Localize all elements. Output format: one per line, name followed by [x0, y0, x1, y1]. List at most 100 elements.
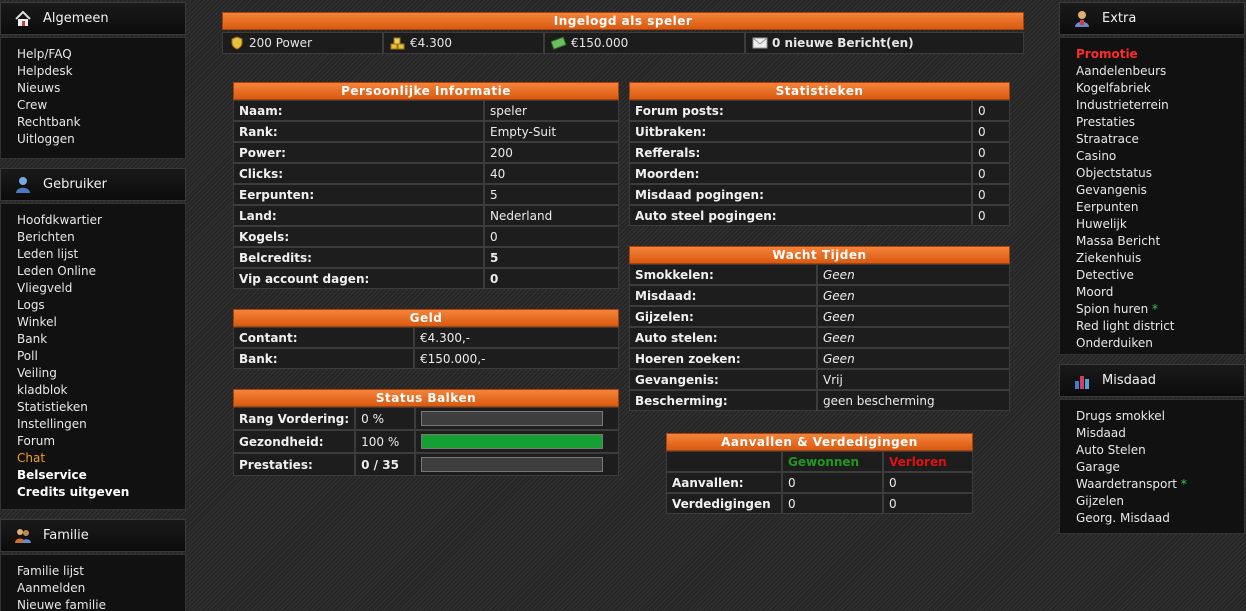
menu-item-uitloggen[interactable]: Uitloggen [17, 131, 185, 148]
menu-item-help-faq[interactable]: Help/FAQ [17, 46, 185, 63]
power-value: 200 Power [249, 36, 312, 50]
menu-item-huwelijk[interactable]: Huwelijk [1076, 216, 1244, 233]
menu-item-forum[interactable]: Forum [17, 433, 185, 450]
personal-info-panel: Persoonlijke Informatie Naam: speler Rank… [233, 82, 619, 289]
row-value: Vrij [817, 369, 1010, 390]
menu-item-drugs-smokkel[interactable]: Drugs smokkel [1076, 408, 1244, 425]
menu-title: Extra [1102, 11, 1137, 26]
menu-item-waardetransport[interactable]: Waardetransport * [1076, 476, 1244, 493]
attacks-table: Gewonnen Verloren Aanvallen: 0 0 Verdedi… [666, 451, 973, 514]
panel-title: Persoonlijke Informatie [233, 82, 619, 100]
menu-item-leden-lijst[interactable]: Leden lijst [17, 246, 185, 263]
menu-item-onderduiken[interactable]: Onderduiken [1076, 335, 1244, 352]
table-row: Gezondheid: 100 % [233, 430, 619, 453]
panel-title: Geld [233, 309, 619, 327]
menu-item-casino[interactable]: Casino [1076, 148, 1244, 165]
statistics-table: Forum posts: 0 Uitbraken: 0 Refferals: 0 Mo… [629, 100, 1010, 226]
row-label: Belcredits: [233, 247, 484, 268]
row-label: Smokkelen: [629, 264, 817, 285]
table-row: Prestaties: 0 / 35 [233, 453, 619, 476]
menu-item-nieuws[interactable]: Nieuws [17, 80, 185, 97]
menu-item-moord[interactable]: Moord [1076, 284, 1244, 301]
home-icon [13, 9, 33, 29]
row-label: Kogels: [233, 226, 484, 247]
table-header-row: Gewonnen Verloren [666, 451, 973, 472]
menu-item-hoofdkwartier[interactable]: Hoofdkwartier [17, 212, 185, 229]
menu-item-detective[interactable]: Detective [1076, 267, 1244, 284]
menu-item-industrieterrein[interactable]: Industrieterrein [1076, 97, 1244, 114]
menu-item-logs[interactable]: Logs [17, 297, 185, 314]
menu-item-winkel[interactable]: Winkel [17, 314, 185, 331]
row-label: Misdaad pogingen: [629, 184, 972, 205]
row-value: 0 [484, 226, 619, 247]
menu-item-gevangenis[interactable]: Gevangenis [1076, 182, 1244, 199]
menu-item-gijzelen[interactable]: Gijzelen [1076, 493, 1244, 510]
menu-item-vliegveld[interactable]: Vliegveld [17, 280, 185, 297]
money-panel: Geld Contant: €4.300,- Bank: €150.000,- [233, 309, 619, 369]
menu-item-veiling[interactable]: Veiling [17, 365, 185, 382]
menu-item-familie-lijst[interactable]: Familie lijst [17, 563, 185, 580]
menu-item-misdaad[interactable]: Misdaad [1076, 425, 1244, 442]
bar-fill [422, 435, 603, 448]
row-label: Vip account dagen: [233, 268, 484, 289]
menu-item-red-light-district[interactable]: Red light district [1076, 318, 1244, 335]
menu-item-straatrace[interactable]: Straatrace [1076, 131, 1244, 148]
row-label: Gijzelen: [629, 306, 817, 327]
table-row: Verdedigingen 0 0 [666, 493, 973, 514]
menu-item-belservice[interactable]: Belservice [17, 467, 185, 484]
money-table: Contant: €4.300,- Bank: €150.000,- [233, 327, 619, 369]
table-row: Power: 200 [233, 142, 619, 163]
menu-item-instellingen[interactable]: Instellingen [17, 416, 185, 433]
menu-item-berichten[interactable]: Berichten [17, 229, 185, 246]
row-value: 0 [972, 163, 1010, 184]
menu-item-rechtbank[interactable]: Rechtbank [17, 114, 185, 131]
menu-item-poll[interactable]: Poll [17, 348, 185, 365]
menu-item-crew[interactable]: Crew [17, 97, 185, 114]
table-row: Naam: speler [233, 100, 619, 121]
menu-header-misdaad: Misdaad [1059, 364, 1245, 397]
menu-item-nieuwe-familie[interactable]: Nieuwe familie [17, 597, 185, 611]
menu-item-aandelenbeurs[interactable]: Aandelenbeurs [1076, 63, 1244, 80]
row-label: Power: [233, 142, 484, 163]
menu-item-garage[interactable]: Garage [1076, 459, 1244, 476]
menu-item-ziekenhuis[interactable]: Ziekenhuis [1076, 250, 1244, 267]
table-row: Misdaad: Geen [629, 285, 1010, 306]
table-row: Land: Nederland [233, 205, 619, 226]
menu-item-prestaties[interactable]: Prestaties [1076, 114, 1244, 131]
table-row: Uitbraken: 0 [629, 121, 1010, 142]
table-row: Rank: Empty-Suit [233, 121, 619, 142]
menu-item-georg-misdaad[interactable]: Georg. Misdaad [1076, 510, 1244, 527]
table-row: Contant: €4.300,- [233, 327, 619, 348]
rank-progress-bar [421, 411, 604, 426]
table-row: Gevangenis: Vrij [629, 369, 1010, 390]
menu-item-spion-huren[interactable]: Spion huren * [1076, 301, 1244, 318]
menu-item-credits-uitgeven[interactable]: Credits uitgeven [17, 484, 185, 501]
row-value: 0 [484, 268, 619, 289]
menu-item-kogelfabriek[interactable]: Kogelfabriek [1076, 80, 1244, 97]
status-bars-table: Rang Vordering: 0 % Gezondheid: 100 % Pr… [233, 407, 619, 476]
menu-item-eerpunten[interactable]: Eerpunten [1076, 199, 1244, 216]
row-label: Naam: [233, 100, 484, 121]
menu-item-helpdesk[interactable]: Helpdesk [17, 63, 185, 80]
achievements-bar [421, 457, 604, 472]
table-row: Smokkelen: Geen [629, 264, 1010, 285]
bank-status: €150.000 [544, 32, 745, 54]
messages-status[interactable]: 0 nieuwe Bericht(en) [745, 32, 1024, 54]
menu-item-massa-bericht[interactable]: Massa Bericht [1076, 233, 1244, 250]
menu-item-auto-stelen[interactable]: Auto Stelen [1076, 442, 1244, 459]
menu-item-label: Spion huren [1076, 302, 1149, 316]
row-label: Gezondheid: [233, 430, 356, 453]
menu-item-promotie[interactable]: Promotie [1076, 46, 1244, 63]
menu-item-aanmelden[interactable]: Aanmelden [17, 580, 185, 597]
panel-title: Status Balken [233, 389, 619, 407]
menu-item-kladblok[interactable]: kladblok [17, 382, 185, 399]
table-row: Rang Vordering: 0 % [233, 407, 619, 430]
wait-times-table: Smokkelen: Geen Misdaad: Geen Gijzelen: Gee… [629, 264, 1010, 411]
menu-item-leden-online[interactable]: Leden Online [17, 263, 185, 280]
new-star-marker: * [1152, 302, 1159, 316]
menu-item-bank[interactable]: Bank [17, 331, 185, 348]
menu-item-objectstatus[interactable]: Objectstatus [1076, 165, 1244, 182]
menu-item-statistieken[interactable]: Statistieken [17, 399, 185, 416]
menu-item-chat[interactable]: Chat [17, 450, 185, 467]
row-label: Eerpunten: [233, 184, 484, 205]
